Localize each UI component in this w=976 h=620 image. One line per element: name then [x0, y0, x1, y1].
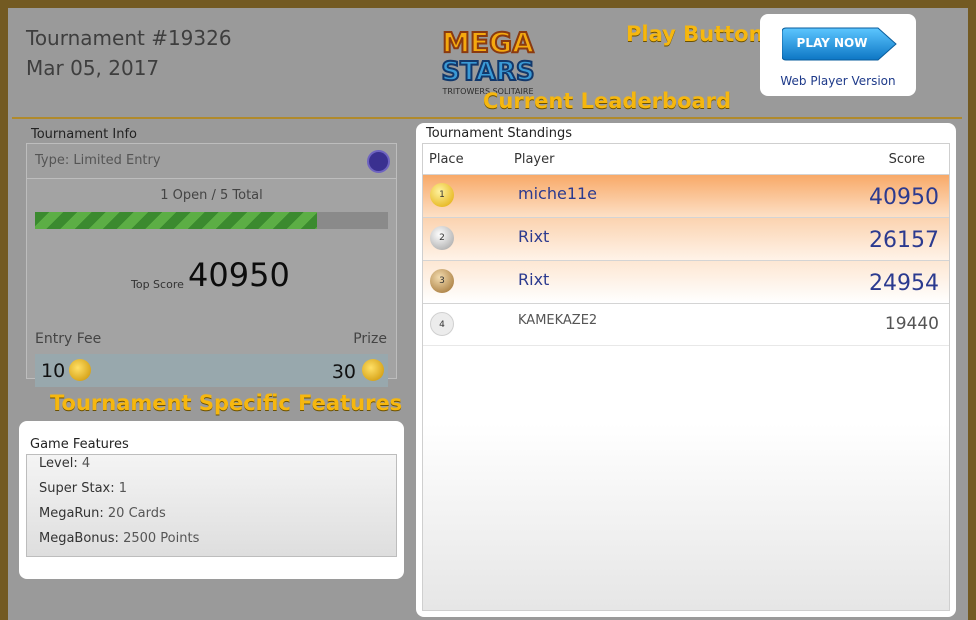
- player-name: KAMEKAZE2: [518, 313, 598, 328]
- type-row: Type: Limited Entry: [27, 144, 396, 179]
- place-badge-silver: 2: [430, 226, 454, 250]
- standings-table: Place Player Score 1 miche11e 40950 2 Ri…: [422, 143, 950, 611]
- tournament-title: Tournament #19326: [26, 26, 232, 50]
- top-score-label: Top Score: [131, 278, 184, 291]
- place-badge-gold: 1: [430, 183, 454, 207]
- header-divider: [12, 117, 962, 119]
- col-score: Score: [888, 152, 925, 167]
- table-row[interactable]: 3 Rixt 24954: [423, 260, 949, 303]
- standings-label: Tournament Standings: [426, 126, 573, 141]
- svg-text:STARS: STARS: [441, 57, 534, 87]
- game-features-card: Game Features Level: 4 Super Stax: 1 Meg…: [19, 421, 404, 579]
- player-score: 40950: [869, 185, 939, 210]
- coin-icon: [69, 359, 91, 381]
- play-now-label: PLAY NOW: [796, 36, 868, 50]
- place-badge: 4: [430, 312, 454, 336]
- table-row[interactable]: 2 Rixt 26157: [423, 217, 949, 260]
- place-badge-bronze: 3: [430, 269, 454, 293]
- feature-super-stax: Super Stax: 1: [39, 481, 128, 496]
- col-player: Player: [514, 152, 555, 167]
- prize-coin-icon: [362, 359, 384, 381]
- current-leaderboard-annotation: Current Leaderboard: [483, 89, 732, 113]
- player-score: 24954: [869, 271, 939, 296]
- top-score-value: 40950: [188, 256, 290, 294]
- player-score: 19440: [884, 314, 939, 334]
- player-name: Rixt: [518, 227, 550, 246]
- tournament-info-label: Tournament Info: [31, 127, 137, 142]
- game-features-label: Game Features: [30, 437, 129, 452]
- svg-text:MEGA: MEGA: [442, 26, 534, 59]
- tournament-type-icon: [367, 150, 390, 173]
- table-row[interactable]: 4 KAMEKAZE2 19440: [423, 303, 949, 346]
- player-score: 26157: [869, 228, 939, 253]
- player-name: Rixt: [518, 270, 550, 289]
- fee-prize-row: 10 30: [35, 354, 388, 387]
- play-card: PLAY NOW Web Player Version: [760, 14, 916, 96]
- feature-level: Level: 4: [39, 456, 91, 471]
- play-now-button[interactable]: PLAY NOW: [781, 26, 898, 62]
- play-button-annotation: Play Button: [626, 22, 764, 46]
- player-name: miche11e: [518, 184, 598, 203]
- megastars-logo: MEGA STARS TRITOWERS SOLITAIRE: [432, 22, 544, 98]
- tournament-type: Type: Limited Entry: [35, 153, 161, 168]
- leaderboard-card: Tournament Standings Place Player Score …: [416, 123, 956, 617]
- entry-fee-value: 10: [41, 360, 66, 382]
- game-features-list: Level: 4 Super Stax: 1 MegaRun: 20 Cards…: [26, 454, 397, 557]
- table-row[interactable]: 1 miche11e 40950: [423, 174, 949, 217]
- entry-fee-label: Entry Fee: [35, 331, 102, 347]
- entry-progress-bar: [35, 212, 388, 229]
- feature-megarun: MegaRun: 20 Cards: [39, 506, 166, 521]
- tournament-info-box: Type: Limited Entry 1 Open / 5 Total Top…: [26, 143, 397, 387]
- prize-label: Prize: [353, 331, 387, 347]
- entry-progress-fill: [35, 212, 318, 229]
- prize-value: 30: [331, 361, 356, 383]
- col-place: Place: [429, 152, 464, 167]
- tournament-features-annotation: Tournament Specific Features: [50, 391, 403, 415]
- feature-megabonus: MegaBonus: 2500 Points: [39, 531, 200, 546]
- tournament-date: Mar 05, 2017: [26, 56, 160, 80]
- open-slots-text: 1 Open / 5 Total: [160, 188, 263, 203]
- web-player-link[interactable]: Web Player Version: [760, 74, 916, 88]
